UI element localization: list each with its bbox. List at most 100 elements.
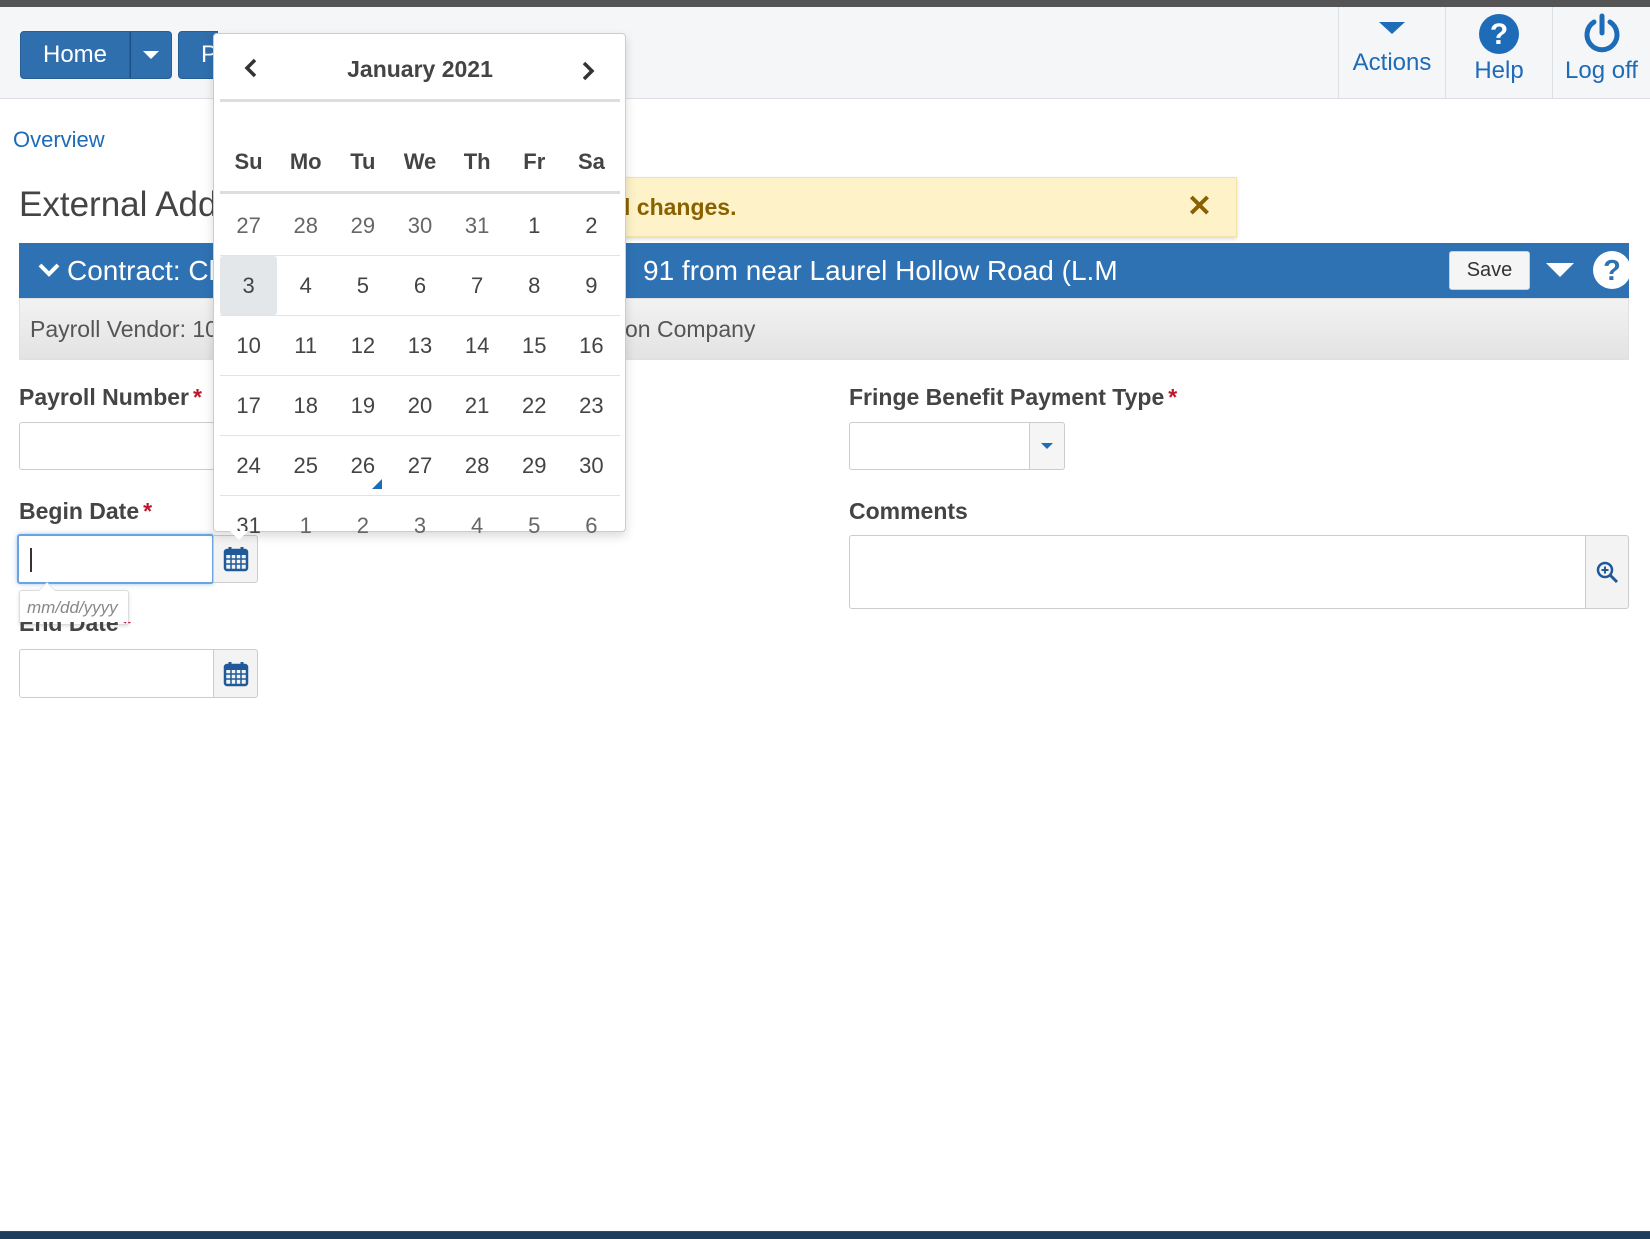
calendar-day[interactable]: 16 [563, 316, 620, 375]
payroll-number-input[interactable] [19, 422, 234, 470]
calendar-day[interactable]: 31 [220, 496, 277, 556]
calendar-week: 3 4 5 6 7 8 9 [220, 256, 620, 316]
calendar-day[interactable]: 6 [391, 256, 448, 315]
fringe-benefit-select[interactable] [849, 422, 1030, 470]
calendar-day[interactable]: 30 [391, 196, 448, 255]
help-button[interactable]: ? Help [1445, 7, 1552, 99]
help-label: Help [1474, 57, 1524, 84]
calendar-day[interactable]: 18 [277, 376, 334, 435]
calendar-day[interactable]: 12 [334, 316, 391, 375]
calendar-week: 10 11 12 13 14 15 16 [220, 316, 620, 376]
chevron-down-icon[interactable] [36, 257, 62, 283]
calendar-day[interactable]: 4 [449, 496, 506, 556]
calendar-day[interactable]: 24 [220, 436, 277, 495]
end-date-calendar-button[interactable] [213, 649, 258, 698]
calendar-day[interactable]: 1 [277, 496, 334, 556]
calendar-day[interactable]: 10 [220, 316, 277, 375]
calendar-day[interactable]: 20 [391, 376, 448, 435]
calendar-day[interactable]: 28 [449, 436, 506, 495]
home-button-group: Home [20, 31, 173, 79]
calendar-day-focused[interactable]: 3 [220, 256, 278, 315]
svg-text:?: ? [1490, 18, 1508, 51]
end-date-input[interactable] [19, 649, 215, 698]
date-picker-popup: January 2021 Su Mo Tu We Th Fr Sa 27 28 … [213, 33, 626, 540]
calendar-day[interactable]: 2 [334, 496, 391, 556]
fringe-benefit-label-text: Fringe Benefit Payment Type [849, 384, 1165, 410]
begin-date-input[interactable] [17, 534, 214, 584]
begin-date-label: Begin Date * [19, 498, 152, 525]
breadcrumb-overview[interactable]: Overview [13, 127, 105, 153]
power-icon [1584, 13, 1619, 53]
weekday-label: Mo [289, 149, 322, 174]
home-button[interactable]: Home [20, 31, 131, 79]
close-icon[interactable]: ✕ [1187, 192, 1212, 222]
calendar-day[interactable]: 31 [449, 196, 506, 255]
calendar-day[interactable]: 15 [506, 316, 563, 375]
date-picker-header: January 2021 [220, 34, 620, 102]
fringe-benefit-label: Fringe Benefit Payment Type * [849, 384, 1177, 411]
calendar-day[interactable]: 14 [449, 316, 506, 375]
weekday-label: Fr [523, 149, 546, 174]
question-circle-icon: ? [1479, 14, 1519, 54]
calendar-day[interactable]: 13 [391, 316, 448, 375]
save-button[interactable]: Save [1449, 251, 1530, 290]
bottom-border [0, 1231, 1650, 1239]
payroll-vendor-text-left: Payroll Vendor: 10 [30, 316, 218, 342]
payroll-number-label-text: Payroll Number [19, 384, 189, 410]
contract-title-left: Contract: Cl [67, 254, 215, 286]
required-mark: * [143, 498, 153, 524]
calendar-grid: 27 28 29 30 31 1 2 3 4 5 6 7 8 9 10 11 1… [220, 196, 620, 556]
second-nav-button[interactable]: P [178, 31, 218, 79]
calendar-day[interactable]: 21 [449, 376, 506, 435]
comments-input[interactable] [849, 535, 1586, 609]
calendar-day[interactable]: 5 [334, 256, 391, 315]
comments-expand-button[interactable] [1585, 535, 1629, 609]
calendar-day[interactable]: 29 [334, 196, 391, 255]
calendar-day[interactable]: 27 [220, 196, 277, 255]
weekday-label: Su [234, 149, 263, 174]
calendar-day[interactable]: 3 [391, 496, 448, 556]
calendar-day[interactable]: 23 [563, 376, 620, 435]
calendar-day[interactable]: 25 [277, 436, 334, 495]
payroll-vendor-text-right: on Company [625, 316, 756, 342]
calendar-week: 24 25 26 27 28 29 30 [220, 436, 620, 496]
calendar-day-today[interactable]: 26 [334, 436, 391, 495]
log-off-button[interactable]: Log off [1552, 7, 1650, 99]
calendar-day[interactable]: 1 [506, 196, 563, 255]
calendar-day[interactable]: 5 [506, 496, 563, 556]
caret-down-icon [1379, 22, 1405, 34]
calendar-week: 17 18 19 20 21 22 23 [220, 376, 620, 436]
home-dropdown-button[interactable] [130, 31, 173, 79]
payroll-number-label: Payroll Number * [19, 384, 202, 411]
question-circle-icon[interactable]: ? [1592, 250, 1632, 290]
calendar-day[interactable]: 7 [449, 256, 506, 315]
caret-down-icon [143, 51, 160, 59]
calendar-day[interactable]: 29 [506, 436, 563, 495]
calendar-week: 31 1 2 3 4 5 6 [220, 496, 620, 556]
calendar-day[interactable]: 6 [563, 496, 620, 556]
chevron-right-icon[interactable] [575, 59, 599, 83]
log-off-label: Log off [1565, 57, 1638, 84]
calendar-day[interactable]: 28 [277, 196, 334, 255]
comments-label: Comments [849, 498, 968, 524]
caret-down-icon [1041, 443, 1053, 449]
calendar-day[interactable]: 11 [277, 316, 334, 375]
calendar-day[interactable]: 22 [506, 376, 563, 435]
weekday-label: Sa [577, 149, 605, 174]
required-mark: * [193, 384, 202, 410]
calendar-day[interactable]: 4 [277, 256, 334, 315]
more-actions-caret-icon[interactable] [1546, 263, 1574, 277]
calendar-day[interactable]: 17 [220, 376, 277, 435]
calendar-month-label[interactable]: January 2021 [220, 56, 620, 83]
calendar-day[interactable]: 8 [506, 256, 563, 315]
calendar-weekday-header: Su Mo Tu We Th Fr Sa [220, 102, 620, 194]
top-border [0, 0, 1650, 7]
calendar-day[interactable]: 30 [563, 436, 620, 495]
calendar-day[interactable]: 9 [563, 256, 620, 315]
calendar-day[interactable]: 19 [334, 376, 391, 435]
fringe-benefit-dropdown-button[interactable] [1029, 422, 1065, 470]
calendar-day[interactable]: 27 [391, 436, 448, 495]
second-button-group: P [178, 31, 218, 79]
calendar-day[interactable]: 2 [563, 196, 620, 255]
actions-button[interactable]: Actions [1338, 7, 1445, 99]
